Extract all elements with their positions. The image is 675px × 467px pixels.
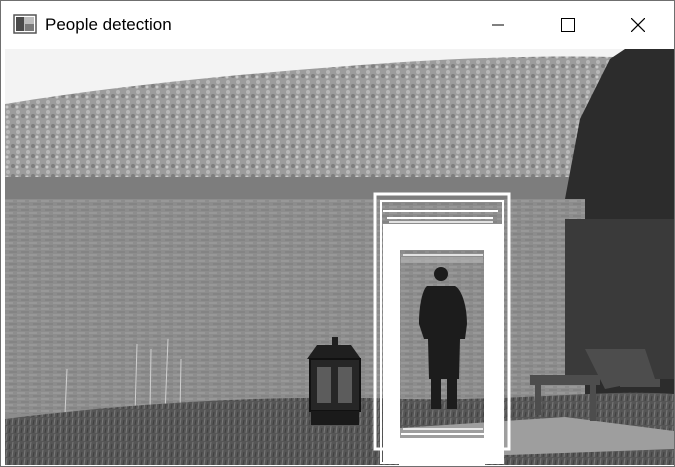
window-title: People detection <box>45 15 172 34</box>
detection-margin-left <box>383 224 399 464</box>
detection-margin-right <box>485 224 503 464</box>
maximize-button[interactable] <box>545 1 591 49</box>
detection-margin-bottom <box>399 439 485 465</box>
water-behind-person <box>401 257 483 263</box>
detection-margin-top <box>399 224 485 249</box>
close-icon <box>631 18 645 32</box>
title-bar[interactable]: People detection <box>1 1 674 49</box>
detection-image <box>5 49 674 465</box>
scene-image <box>5 49 674 465</box>
shoreline-trees <box>5 177 605 201</box>
image-window-icon <box>13 14 37 34</box>
minimize-button[interactable] <box>475 1 521 49</box>
close-button[interactable] <box>615 1 661 49</box>
minimize-icon <box>492 19 504 31</box>
people-detection-window: People detection <box>0 0 675 467</box>
maximize-icon <box>561 18 575 32</box>
lantern-firepit <box>307 337 361 425</box>
